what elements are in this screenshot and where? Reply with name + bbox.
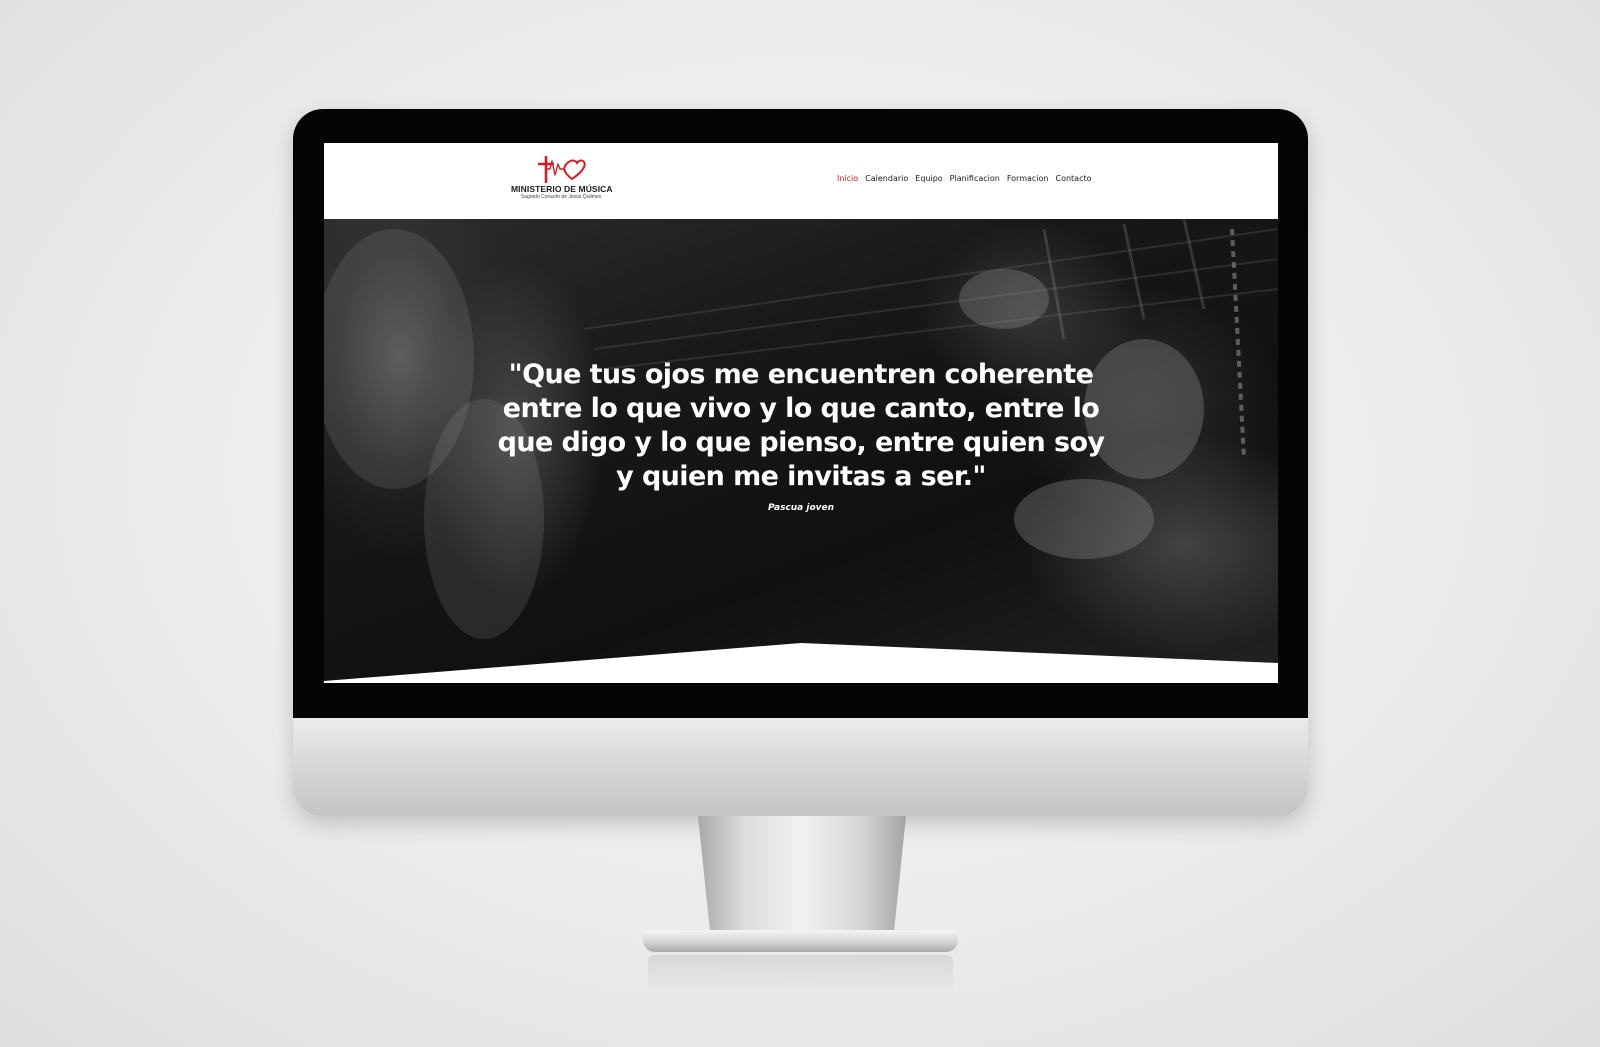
- monitor-base-reflection: [648, 955, 953, 1015]
- nav-item-calendario[interactable]: Calendario: [865, 174, 908, 183]
- monitor: MINISTERIO DE MÚSICA Sagrado Corazón de …: [293, 109, 1308, 816]
- logo-subtitle: Sagrado Corazón de Jesús Quilmes: [520, 194, 602, 200]
- hero-bottom-divider: [324, 643, 1278, 683]
- nav-item-contacto[interactable]: Contacto: [1055, 174, 1091, 183]
- monitor-screen: MINISTERIO DE MÚSICA Sagrado Corazón de …: [324, 143, 1278, 683]
- nav-item-inicio[interactable]: Inicio: [837, 174, 858, 183]
- nav-item-formacion[interactable]: Formacion: [1007, 174, 1049, 183]
- hero-quote-author: Pascua joven: [767, 503, 835, 513]
- monitor-chin: [293, 718, 1308, 816]
- monitor-stand-base: [643, 930, 958, 952]
- nav-item-equipo[interactable]: Equipo: [915, 174, 942, 183]
- hero-quote: "Que tus ojos me encuentren coherente en…: [497, 359, 1105, 492]
- hero-section: "Que tus ojos me encuentren coherente en…: [324, 219, 1278, 683]
- site-logo[interactable]: MINISTERIO DE MÚSICA Sagrado Corazón de …: [511, 155, 613, 207]
- cross-heartbeat-heart-icon: [537, 155, 586, 183]
- nav-item-planificacion[interactable]: Planificacion: [950, 174, 1000, 183]
- site-header: MINISTERIO DE MÚSICA Sagrado Corazón de …: [324, 143, 1278, 219]
- main-nav: Inicio Calendario Equipo Planificacion F…: [837, 174, 1092, 183]
- logo-title: MINISTERIO DE MÚSICA: [511, 184, 613, 194]
- monitor-stand-neck: [698, 816, 906, 936]
- monitor-bezel: MINISTERIO DE MÚSICA Sagrado Corazón de …: [293, 109, 1308, 718]
